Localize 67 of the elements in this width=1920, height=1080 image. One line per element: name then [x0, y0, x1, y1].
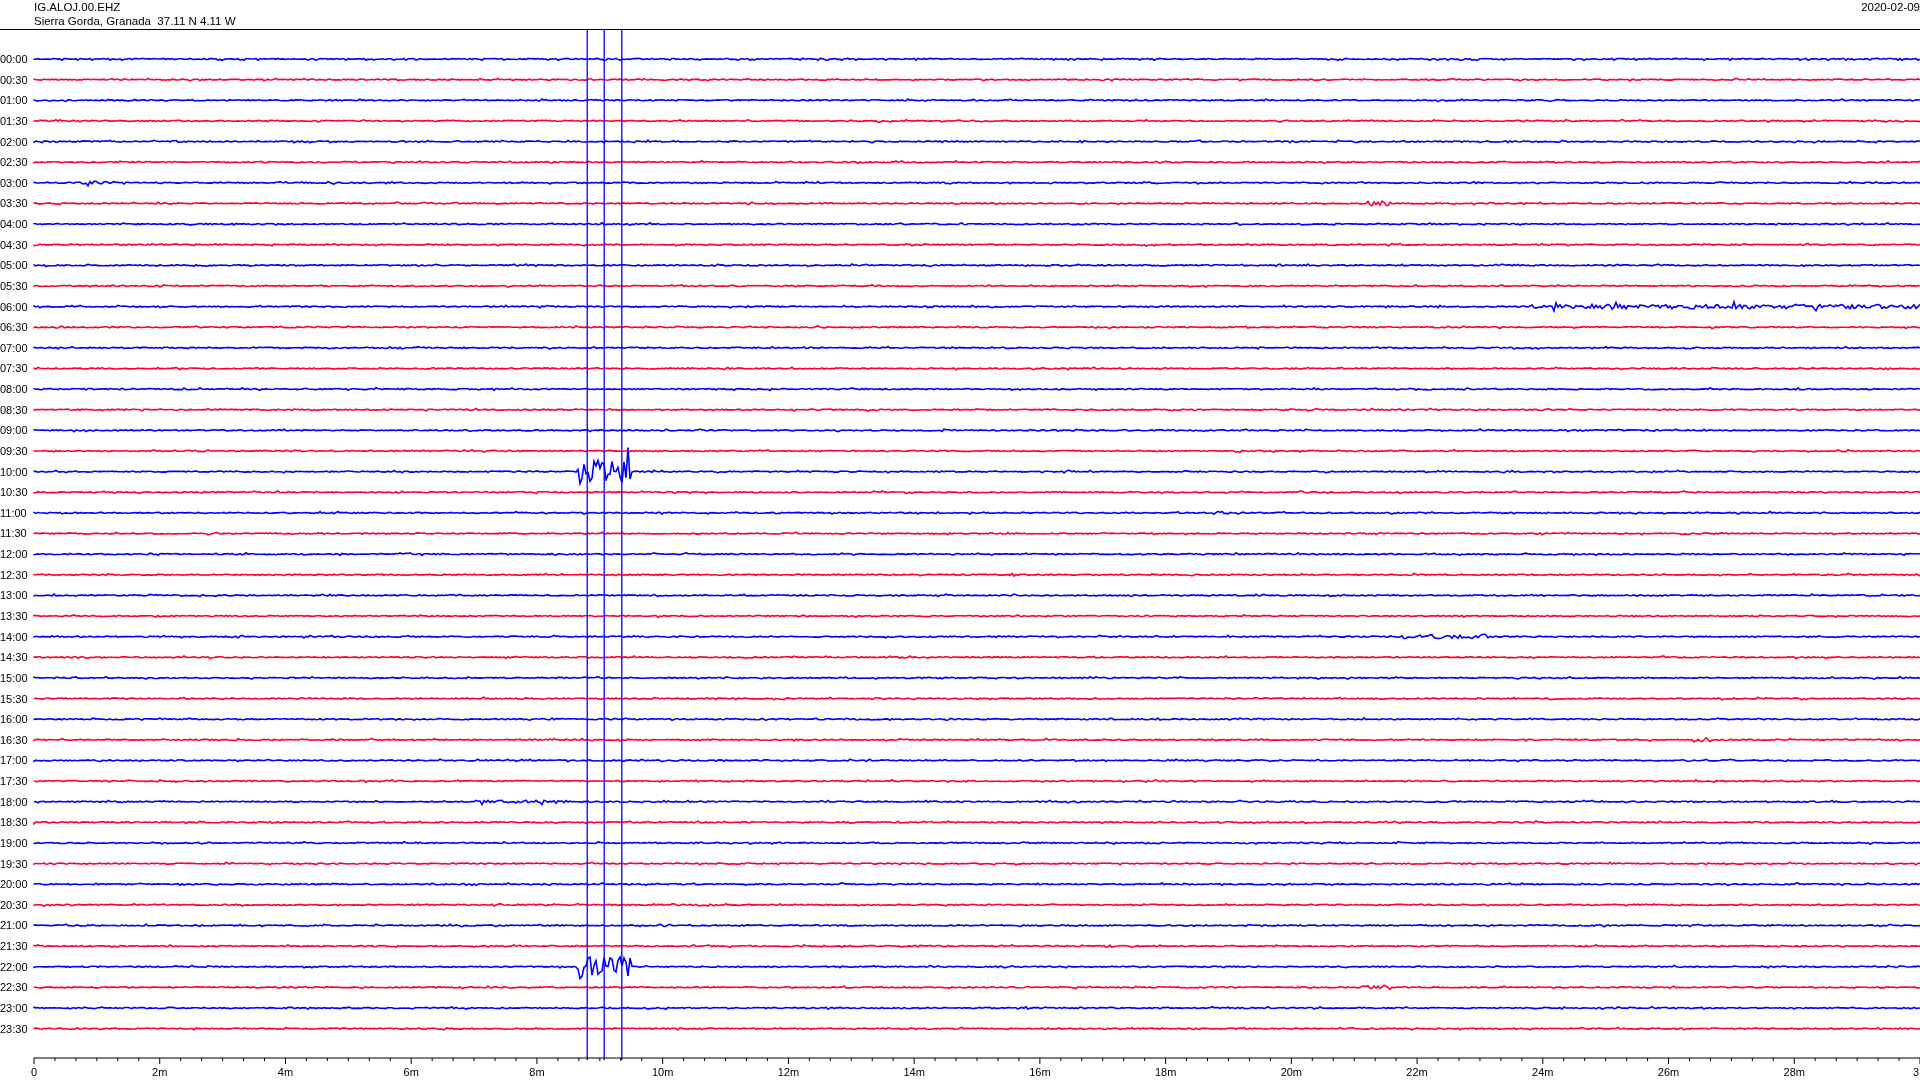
row-time-label: 11:30	[0, 527, 27, 540]
row-time-label: 03:30	[0, 197, 28, 210]
row-time-label: 17:30	[0, 775, 28, 788]
row-time-label: 23:00	[0, 1002, 28, 1014]
row-time-label: 02:30	[0, 156, 28, 169]
axis-tick-label: 2m	[152, 1066, 168, 1078]
row-time-label: 16:30	[0, 733, 28, 746]
row-time-label: 07:00	[0, 341, 28, 354]
row-time-label: 10:30	[0, 486, 28, 499]
row-time-label: 20:00	[0, 878, 28, 891]
axis-tick-label: 26m	[1657, 1066, 1680, 1078]
row-time-label: 01:00	[0, 94, 28, 107]
row-time-label: 18:30	[0, 816, 28, 829]
axis-tick-label: 14m	[903, 1066, 925, 1078]
row-time-label: 04:30	[0, 238, 28, 251]
row-time-label: 12:30	[0, 568, 28, 581]
row-time-label: 16:00	[0, 713, 28, 726]
row-time-label: 04:00	[0, 218, 28, 231]
plot-date: 2020-02-09	[1861, 0, 1920, 14]
station-code: IG.ALOJ.00.EHZ	[34, 0, 122, 14]
row-time-label: 07:30	[0, 362, 28, 375]
axis-tick-label: 16m	[1029, 1066, 1051, 1078]
row-time-label: 14:00	[0, 630, 28, 643]
row-time-label: 21:00	[0, 919, 28, 932]
row-time-label: 03:00	[0, 176, 28, 189]
row-time-label: 13:00	[0, 589, 28, 602]
axis-tick-label: 8m	[529, 1066, 545, 1078]
row-time-label: 13:30	[0, 610, 28, 622]
row-time-label: 21:30	[0, 940, 28, 953]
row-time-label: 09:30	[0, 444, 28, 457]
row-time-label: 05:30	[0, 279, 28, 292]
row-time-label: 08:30	[0, 403, 28, 416]
axis-tick-label: 20m	[1280, 1066, 1303, 1078]
row-time-label: 17:00	[0, 754, 28, 767]
axis-tick-label: 3	[1912, 1066, 1919, 1078]
row-time-label: 14:30	[0, 651, 28, 664]
row-time-label: 02:00	[0, 135, 28, 148]
row-time-label: 12:00	[0, 548, 28, 561]
row-time-label: 00:30	[0, 73, 28, 86]
row-time-label: 15:30	[0, 692, 28, 705]
row-time-label: 15:00	[0, 671, 28, 684]
row-time-label: 22:30	[0, 981, 28, 994]
row-time-label: 20:30	[0, 898, 28, 911]
row-time-label: 19:00	[0, 836, 28, 849]
row-time-label: 00:00	[0, 53, 28, 65]
row-time-label: 05:00	[0, 259, 28, 272]
row-time-label: 23:30	[0, 1022, 28, 1035]
axis-tick-label: 6m	[403, 1066, 419, 1078]
row-time-label: 06:00	[0, 300, 28, 313]
row-time-label: 11:00	[0, 506, 27, 519]
row-time-label: 22:00	[0, 960, 28, 973]
row-time-label: 10:00	[0, 465, 28, 478]
axis-tick-label: 18m	[1154, 1066, 1177, 1078]
axis-tick-label: 24m	[1532, 1066, 1554, 1078]
row-time-label: 19:30	[0, 857, 28, 870]
axis-tick-label: 0	[31, 1066, 38, 1078]
axis-tick-label: 10m	[651, 1066, 674, 1078]
axis-tick-label: 22m	[1406, 1066, 1428, 1078]
station-location: Sierra Gorda, Granada 37.11 N 4.11 W	[34, 14, 236, 28]
axis-tick-label: 28m	[1783, 1066, 1805, 1078]
row-time-label: 06:30	[0, 321, 28, 334]
row-time-label: 18:00	[0, 795, 28, 808]
axis-tick-label: 12m	[777, 1066, 800, 1078]
row-time-label: 08:00	[0, 383, 28, 396]
axis-tick-label: 4m	[277, 1066, 294, 1078]
row-time-label: 09:00	[0, 424, 28, 437]
row-time-label: 01:30	[0, 114, 28, 127]
